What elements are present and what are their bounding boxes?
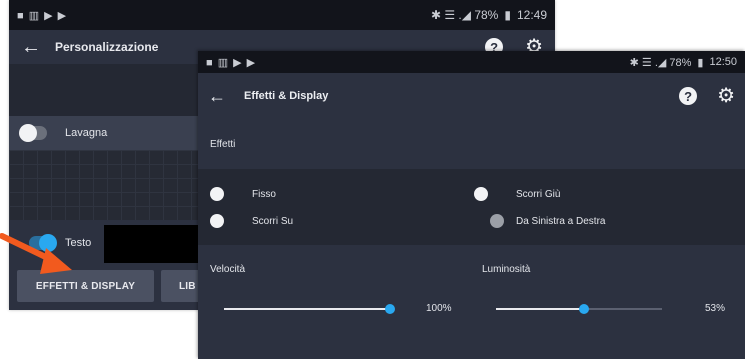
option-sinistra-destra-label: Da Sinistra a Destra (516, 215, 606, 227)
page-title: Effetti & Display (244, 90, 329, 102)
status-time: 12:50 (709, 56, 737, 68)
radio-fisso[interactable] (210, 187, 224, 201)
luminosita-label: Luminosità (482, 264, 531, 275)
system-status-icons: ✱ ☰ .◢ 78% (629, 56, 692, 69)
luminosita-value: 53% (705, 303, 726, 314)
luminosita-slider-track (584, 308, 662, 310)
velocita-slider-thumb[interactable] (385, 304, 395, 314)
effects-options: Fisso Scorri Giù Scorri Su Da Sinistra a… (198, 169, 745, 245)
velocita-slider-fill (224, 308, 390, 310)
luminosita-slider-thumb[interactable] (579, 304, 589, 314)
lavagna-toggle[interactable] (19, 124, 47, 142)
front-phone-screen: ■ ▥ ▶ ▶ ✱ ☰ .◢ 78% ▮ 12:50 ← Effetti & D… (198, 51, 745, 359)
lavagna-label: Lavagna (65, 127, 108, 139)
option-scorri-su-label: Scorri Su (252, 215, 294, 227)
gear-icon[interactable]: ⚙ (717, 86, 735, 106)
radio-scorri-giu[interactable] (474, 187, 488, 201)
velocita-value: 100% (426, 303, 452, 314)
notification-icons: ■ ▥ ▶ ▶ (17, 9, 68, 22)
battery-icon: ▮ (697, 56, 704, 69)
sliders-row: 100% 53% (198, 295, 745, 359)
page-title: Personalizzazione (55, 40, 159, 54)
velocita-slider[interactable] (224, 304, 395, 314)
option-sinistra-destra[interactable]: Da Sinistra a Destra (490, 214, 605, 228)
luminosita-slider-fill (496, 308, 584, 310)
option-fisso-label: Fisso (252, 188, 276, 200)
radio-scorri-su[interactable] (210, 214, 224, 228)
notification-icons: ■ ▥ ▶ ▶ (206, 56, 257, 69)
section-header-effetti: Effetti (198, 119, 745, 169)
velocita-label: Velocità (210, 264, 246, 275)
option-scorri-giu-label: Scorri Giù (516, 188, 561, 200)
battery-icon: ▮ (504, 8, 511, 22)
option-scorri-su[interactable]: Scorri Su (210, 214, 293, 228)
luminosita-slider[interactable] (496, 304, 662, 314)
pointer-arrow-icon (0, 233, 72, 274)
status-bar: ■ ▥ ▶ ▶ ✱ ☰ .◢ 78% ▮ 12:50 (198, 51, 745, 73)
option-fisso[interactable]: Fisso (210, 187, 276, 201)
text-color-box[interactable] (104, 225, 200, 263)
status-bar: ■ ▥ ▶ ▶ ✱ ☰ .◢ 78% ▮ 12:49 (9, 0, 555, 30)
radio-sinistra-destra[interactable] (490, 214, 504, 228)
app-bar: ← Effetti & Display ? ⚙ (198, 73, 745, 119)
arrow-left-icon[interactable]: ← (21, 36, 55, 59)
status-time: 12:49 (516, 8, 547, 22)
system-status-icons: ✱ ☰ .◢ 78% (430, 8, 499, 22)
arrow-left-icon[interactable]: ← (208, 86, 244, 107)
option-scorri-giu[interactable]: Scorri Giù (474, 187, 560, 201)
help-icon[interactable]: ? (679, 87, 698, 105)
slider-headers: Velocità Luminosità (198, 245, 745, 295)
